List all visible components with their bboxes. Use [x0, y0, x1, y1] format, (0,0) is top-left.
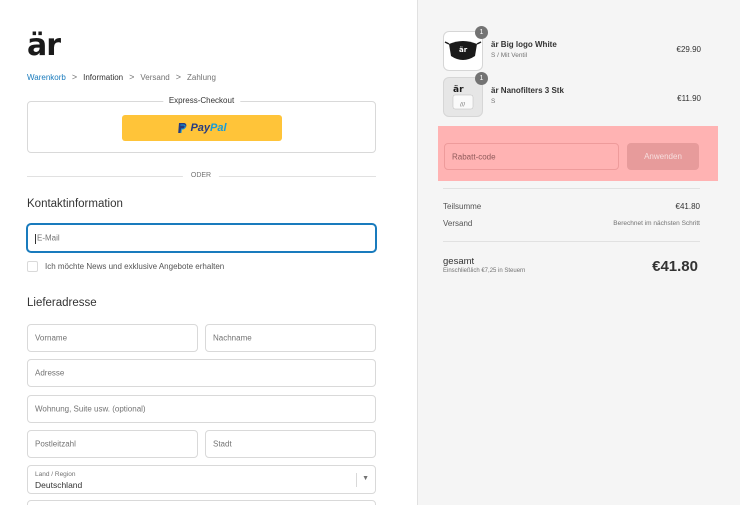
svg-text:är: är: [459, 46, 468, 54]
chevron-down-icon: ▼: [362, 475, 369, 482]
paypal-icon: [178, 122, 187, 133]
mask-thumbnail: är 1: [443, 26, 488, 71]
breadcrumb-information: Information: [83, 72, 124, 82]
checkout-main: är Warenkorb > Information > Versand > Z…: [0, 0, 417, 505]
discount-section: Rabatt-code Anwenden: [438, 126, 718, 181]
divider-label: ODER: [182, 172, 220, 179]
total-label: gesamt: [443, 256, 475, 267]
discount-placeholder: Rabatt-code: [452, 152, 496, 161]
country-label: Land / Region: [35, 471, 76, 478]
first-name-placeholder: Vorname: [35, 333, 68, 343]
country-value: Deutschland: [35, 480, 83, 490]
first-name-field[interactable]: Vorname: [27, 324, 198, 352]
last-name-field[interactable]: Nachname: [205, 324, 376, 352]
cart-item: är /// 1 är Nanofilters 3 Stk S €11.90: [443, 72, 701, 117]
chevron-right-icon: >: [129, 72, 135, 82]
zip-placeholder: Postleitzahl: [35, 439, 76, 449]
item-price: €11.90: [677, 94, 701, 103]
subtotal-label: Teilsumme: [443, 202, 482, 211]
tax-note: Einschließlich €7,25 in Steuern: [443, 268, 526, 274]
chevron-right-icon: >: [71, 72, 78, 82]
zip-field[interactable]: Postleitzahl: [27, 430, 198, 458]
apply-discount-button[interactable]: Anwenden: [627, 143, 699, 170]
express-checkout-box: Express-Checkout Pay Pal: [27, 96, 376, 153]
contact-section-title: Kontaktinformation: [27, 198, 123, 210]
filter-icon: är ///: [452, 85, 474, 110]
paypal-button[interactable]: Pay Pal: [122, 115, 282, 141]
breadcrumb: Warenkorb > Information > Versand > Zahl…: [27, 72, 216, 82]
text-caret: [35, 234, 36, 244]
item-name: är Big logo White: [491, 40, 557, 49]
phone-field[interactable]: [27, 500, 376, 505]
address-placeholder: Adresse: [35, 368, 65, 378]
apartment-field[interactable]: Wohnung, Suite usw. (optional): [27, 395, 376, 423]
city-field[interactable]: Stadt: [205, 430, 376, 458]
item-variant: S: [491, 98, 496, 105]
subtotal-value: €41.80: [675, 202, 700, 211]
paypal-label-pay: Pay: [190, 122, 211, 134]
brand-logo[interactable]: är: [27, 28, 61, 63]
country-select[interactable]: Land / Region Deutschland ▼: [27, 465, 376, 494]
select-separator: [356, 473, 357, 487]
newsletter-checkbox[interactable]: [27, 261, 38, 272]
mask-icon: är: [444, 41, 482, 60]
chevron-right-icon: >: [175, 72, 182, 82]
shipping-value: Berechnet im nächsten Schritt: [613, 220, 700, 227]
item-name: är Nanofilters 3 Stk: [491, 86, 564, 95]
last-name-placeholder: Nachname: [213, 333, 252, 343]
filter-thumbnail: är /// 1: [443, 72, 488, 117]
breadcrumb-shipping: Versand: [140, 72, 170, 82]
breadcrumb-payment: Zahlung: [187, 72, 216, 82]
total-value: €41.80: [652, 258, 698, 275]
email-field[interactable]: E-Mail: [27, 224, 376, 252]
address-field[interactable]: Adresse: [27, 359, 376, 387]
cart-item: är 1 är Big logo White S / Mit Ventil €2…: [443, 26, 701, 71]
quantity-badge: 1: [475, 26, 488, 39]
svg-text:är: är: [453, 85, 464, 95]
shipping-label: Versand: [443, 219, 473, 228]
city-placeholder: Stadt: [213, 439, 232, 449]
item-price: €29.90: [676, 45, 701, 54]
order-summary: är 1 är Big logo White S / Mit Ventil €2…: [417, 0, 740, 505]
email-placeholder: E-Mail: [37, 233, 60, 243]
quantity-badge: 1: [475, 72, 488, 85]
svg-text:///: ///: [460, 102, 465, 108]
breadcrumb-cart-link[interactable]: Warenkorb: [27, 73, 66, 82]
discount-code-input[interactable]: Rabatt-code: [444, 143, 619, 170]
divider: [443, 188, 700, 189]
express-checkout-title: Express-Checkout: [162, 96, 241, 105]
item-variant: S / Mit Ventil: [491, 52, 528, 59]
divider: [443, 241, 700, 242]
paypal-label-pal: Pal: [210, 122, 227, 134]
shipping-section-title: Lieferadresse: [27, 297, 97, 309]
newsletter-label[interactable]: Ich möchte News und exklusive Angebote e…: [45, 262, 224, 271]
apartment-placeholder: Wohnung, Suite usw. (optional): [35, 404, 146, 414]
